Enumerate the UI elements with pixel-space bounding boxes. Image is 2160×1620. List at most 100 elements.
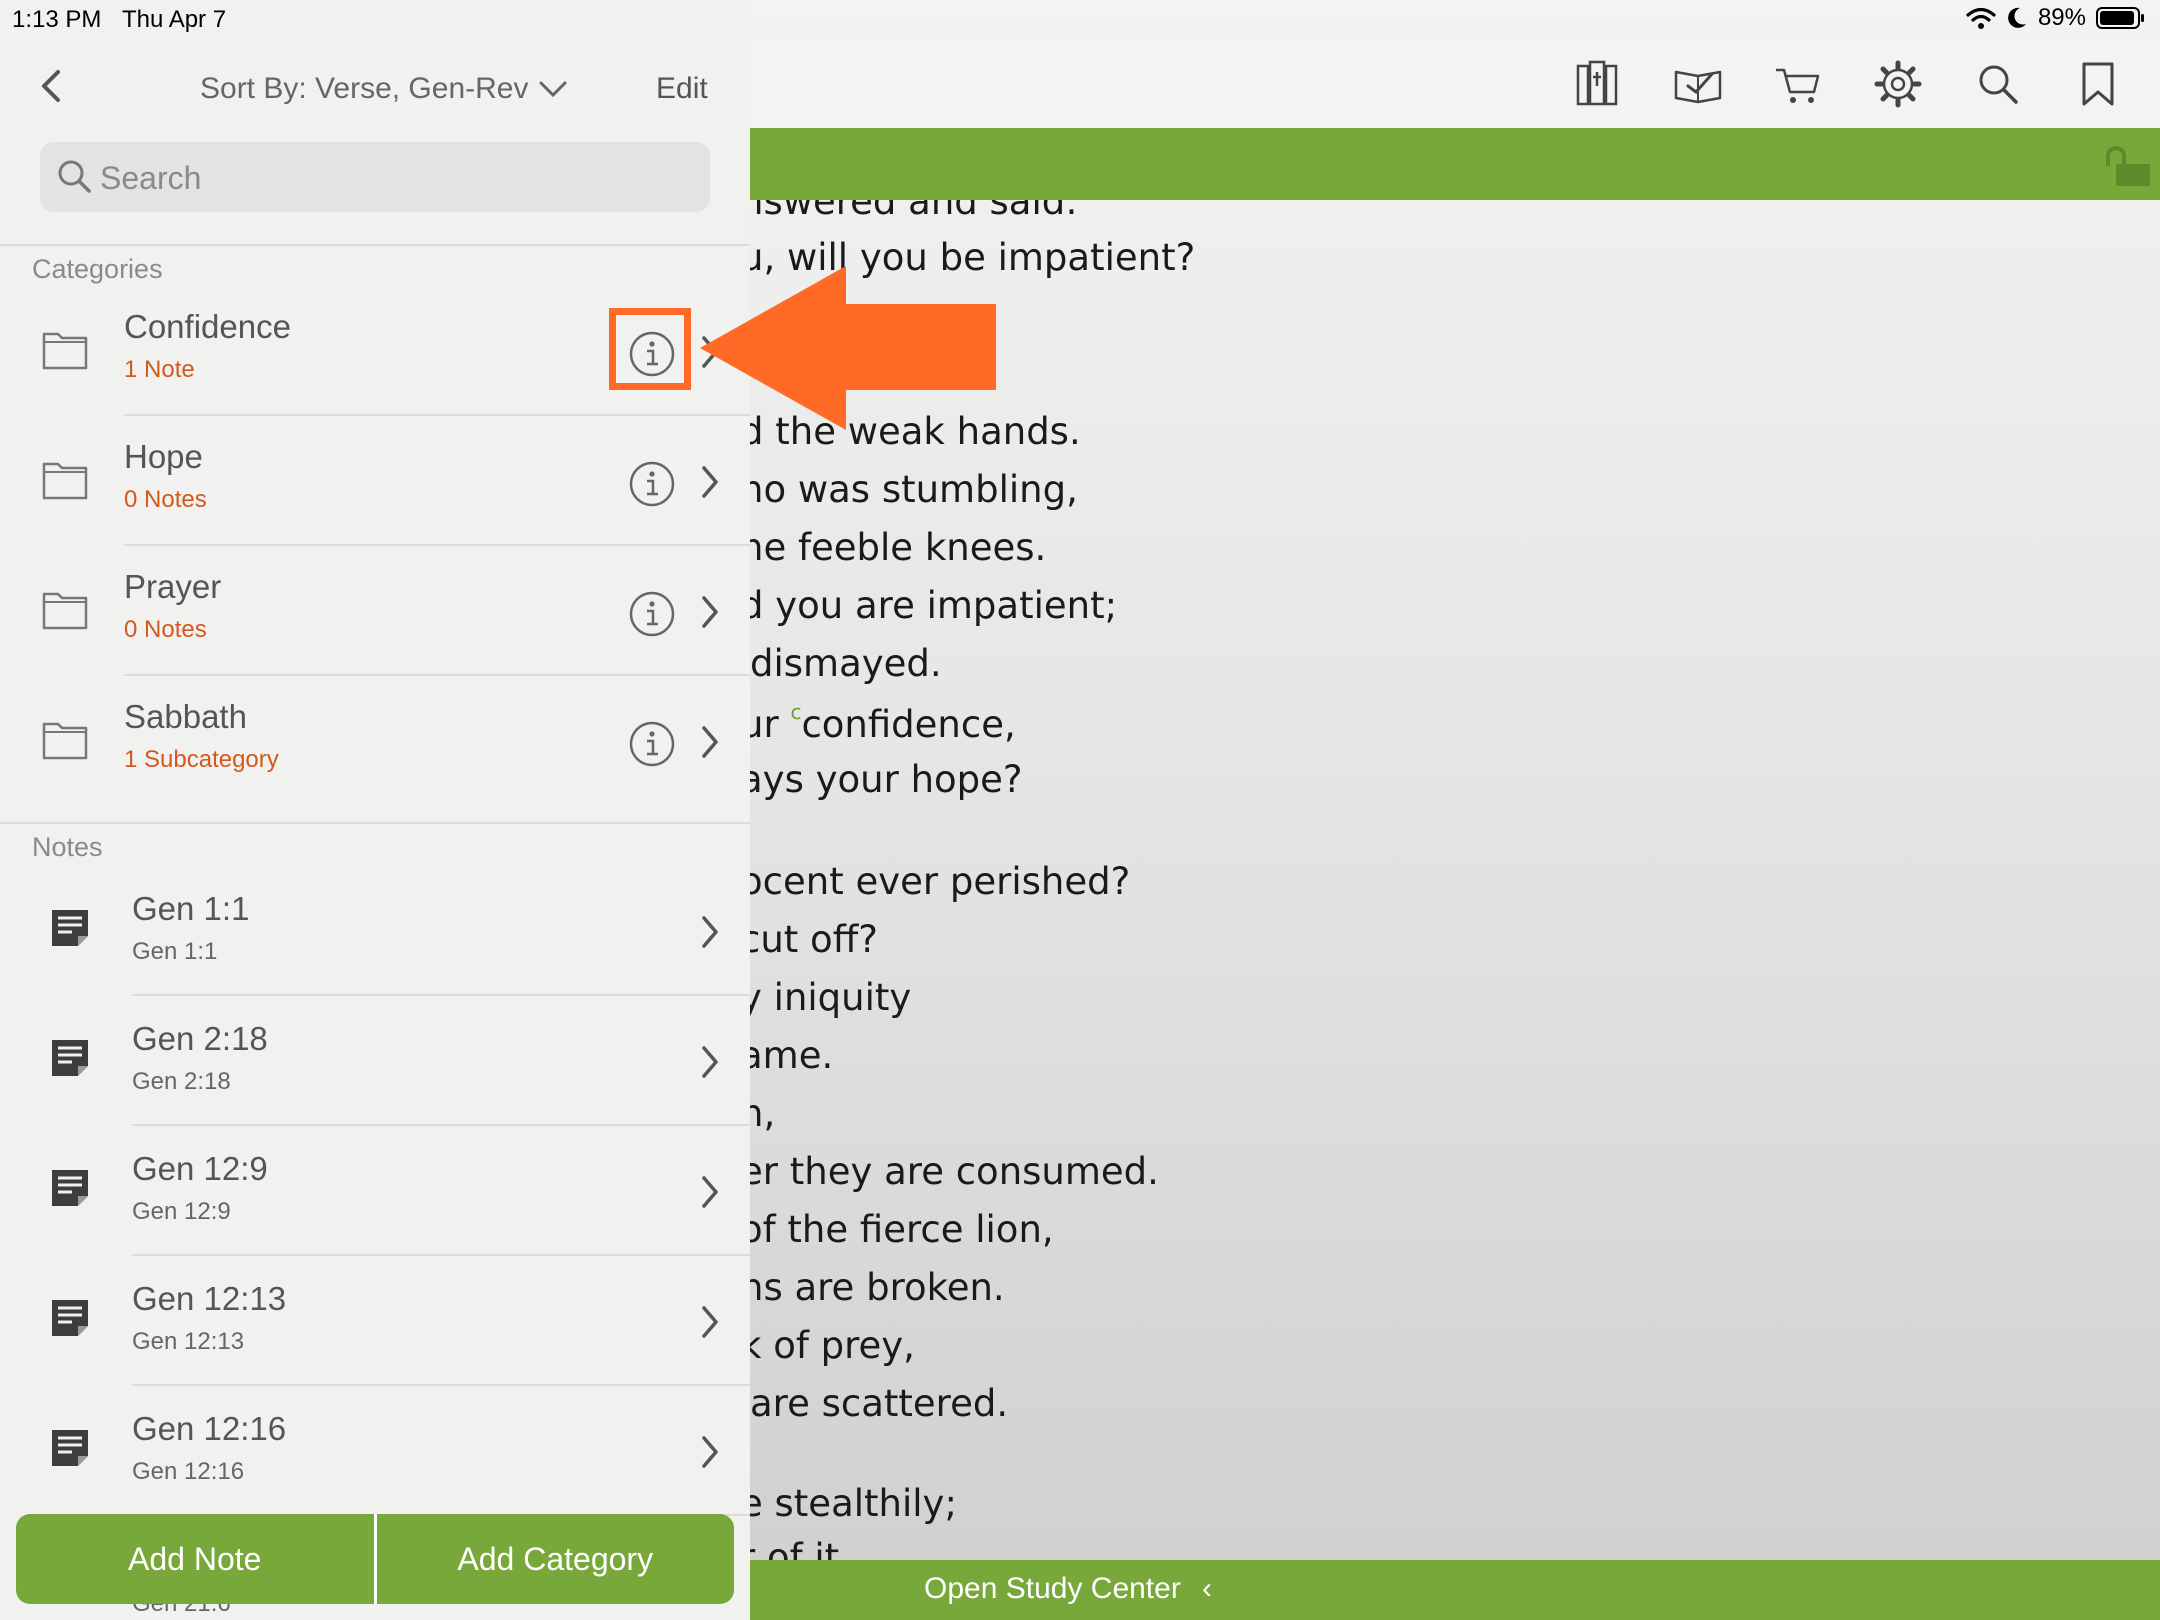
wifi-icon	[1966, 7, 1996, 29]
note-reference: Gen 12:16	[132, 1458, 245, 1485]
note-row[interactable]: Gen 12:16 Gen 12:16	[0, 1386, 750, 1516]
chevron-right-icon	[702, 916, 718, 948]
sort-by-button[interactable]: Sort By: Verse, Gen-Rev	[200, 72, 568, 106]
note-document-icon	[52, 1170, 88, 1206]
note-title: Gen 12:13	[132, 1280, 287, 1317]
category-title: Hope	[124, 438, 203, 475]
info-icon[interactable]	[628, 590, 676, 638]
verse-line[interactable]: e stealthily;	[740, 1482, 957, 1525]
verse-line[interactable]: y iniquity	[740, 976, 911, 1019]
note-title: Gen 2:18	[132, 1020, 268, 1057]
info-button-highlight	[609, 308, 691, 390]
verse-line[interactable]: cut off?	[740, 918, 878, 961]
sort-by-label: Sort By: Verse, Gen-Rev	[200, 72, 529, 105]
verse-text: y iniquity	[740, 976, 912, 1019]
verse-line[interactable]: he feeble knees.	[740, 526, 1046, 569]
search-icon	[58, 160, 91, 193]
verse-text: ame.	[740, 1034, 834, 1077]
verse-line[interactable]: ur cconfidence,	[740, 700, 1016, 746]
verse-line[interactable]: d you are impatient;	[740, 584, 1117, 627]
note-row[interactable]: Gen 12:13 Gen 12:13	[0, 1256, 750, 1386]
orange-pointer-arrow-icon	[700, 266, 996, 430]
edit-button[interactable]: Edit	[656, 72, 708, 106]
back-chevron-icon[interactable]	[36, 66, 66, 106]
chevron-right-icon	[702, 596, 718, 628]
chevron-right-icon	[702, 1176, 718, 1208]
note-document-icon	[52, 1300, 88, 1336]
folder-icon	[42, 592, 88, 630]
battery-icon	[2096, 7, 2144, 29]
verse-text: r of it	[740, 1536, 840, 1560]
open-study-center-bar[interactable]: Open Study Center ‹	[740, 1560, 2160, 1620]
settings-icon[interactable]	[1872, 58, 1924, 110]
bible-reader: nswered and said: u, will you be impatien…	[740, 0, 2160, 1620]
note-row[interactable]: Gen 1:1 Gen 1:1	[0, 866, 750, 996]
note-title: Gen 12:16	[132, 1410, 287, 1447]
search-icon[interactable]	[1972, 58, 2024, 110]
note-title: Gen 1:1	[132, 890, 250, 927]
status-date: Thu Apr 7	[122, 6, 227, 33]
category-row[interactable]: Prayer 0 Notes	[0, 546, 750, 676]
unlock-icon[interactable]	[2102, 146, 2154, 188]
category-count: 1 Subcategory	[124, 746, 279, 773]
verse-line[interactable]: are scattered.	[750, 1382, 1008, 1425]
verse-text-area[interactable]: nswered and said: u, will you be impatien…	[740, 0, 2160, 1560]
reader-header-bar	[740, 128, 2160, 200]
category-title: Confidence	[124, 308, 291, 345]
verse-line[interactable]: ocent ever perished?	[740, 860, 1130, 903]
verse-text: d you are impatient;	[740, 584, 1118, 627]
note-title: Gen 12:9	[132, 1150, 268, 1187]
verse-line[interactable]: ays your hope?	[740, 758, 1023, 801]
chevron-right-icon	[702, 1436, 718, 1468]
category-row[interactable]: Sabbath 1 Subcategory	[0, 676, 750, 806]
reader-toolbar	[740, 40, 2160, 128]
bookmark-icon[interactable]	[2072, 58, 2124, 110]
verse-line[interactable]: of the fierce lion,	[740, 1208, 1054, 1251]
chevron-right-icon	[702, 726, 718, 758]
chevron-right-icon	[702, 1306, 718, 1338]
status-bar: 1:13 PM Thu Apr 7 89%	[0, 0, 2160, 40]
category-row[interactable]: Hope 0 Notes	[0, 416, 750, 546]
add-note-button[interactable]: Add Note	[16, 1514, 374, 1604]
reading-plan-icon[interactable]	[1672, 58, 1724, 110]
verse-line[interactable]: dismayed.	[750, 642, 942, 685]
search-field[interactable]: Search	[40, 142, 710, 212]
add-category-button[interactable]: Add Category	[373, 1514, 734, 1604]
category-count: 0 Notes	[124, 486, 207, 513]
status-time: 1:13 PM	[12, 6, 102, 33]
verse-line[interactable]: ho was stumbling,	[740, 468, 1078, 511]
verse-line[interactable]: er they are consumed.	[740, 1150, 1159, 1193]
verse-text: confidence,	[801, 703, 1016, 746]
info-icon[interactable]	[628, 460, 676, 508]
verse-text: dismayed.	[750, 642, 942, 685]
verse-text: ns are broken.	[740, 1266, 1005, 1309]
folder-icon	[42, 332, 88, 370]
note-reference: Gen 12:13	[132, 1328, 245, 1355]
note-row[interactable]: Gen 2:18 Gen 2:18	[0, 996, 750, 1126]
category-count: 0 Notes	[124, 616, 207, 643]
verse-line[interactable]: ns are broken.	[740, 1266, 1005, 1309]
cart-icon[interactable]	[1772, 58, 1824, 110]
chevron-right-icon	[702, 1046, 718, 1078]
notes-header: Notes	[32, 832, 103, 862]
status-right: 89%	[1966, 4, 2146, 32]
note-reference: Gen 12:9	[132, 1198, 231, 1225]
note-row[interactable]: Gen 12:9 Gen 12:9	[0, 1126, 750, 1256]
bottom-action-buttons: Add Note Add Category	[16, 1514, 734, 1604]
verse-line[interactable]: k of prey,	[740, 1324, 915, 1367]
chevron-down-icon	[539, 81, 567, 98]
note-document-icon	[52, 1430, 88, 1466]
library-icon[interactable]	[1572, 58, 1624, 110]
category-count: 1 Note	[124, 356, 195, 383]
info-icon[interactable]	[628, 720, 676, 768]
footnote-marker[interactable]: c	[790, 700, 801, 724]
verse-text: are scattered.	[750, 1382, 1009, 1425]
verse-text: cut off?	[740, 918, 878, 961]
divider	[0, 822, 750, 824]
verse-text: e stealthily;	[740, 1482, 957, 1525]
verse-line[interactable]: ame.	[740, 1034, 833, 1077]
battery-percent: 89%	[2037, 4, 2086, 31]
verse-line[interactable]: r of it	[740, 1536, 839, 1560]
chevron-left-icon: ‹	[1202, 1572, 1212, 1605]
study-center-label: Open Study Center	[924, 1572, 1181, 1605]
